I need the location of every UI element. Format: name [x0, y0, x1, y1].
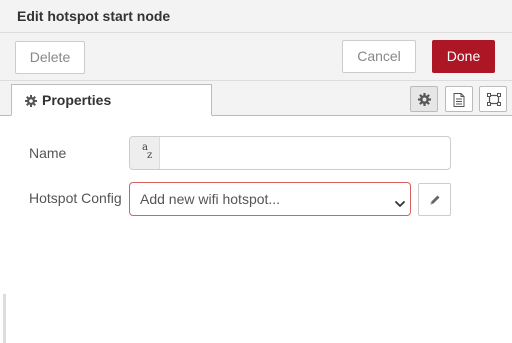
hotspot-config-selected: Add new wifi hotspot... — [140, 191, 281, 207]
settings-tab-button[interactable] — [410, 86, 438, 112]
edit-hotspot-config-button[interactable] — [418, 183, 451, 216]
name-input[interactable] — [161, 137, 449, 169]
tab-properties-label: Properties — [42, 92, 112, 108]
text-type-icon: a z — [130, 137, 160, 169]
tab-bar: Properties — [0, 81, 512, 116]
done-button[interactable]: Done — [432, 40, 495, 73]
gear-icon — [25, 94, 37, 107]
tray-title: Edit hotspot start node — [17, 8, 171, 24]
description-tab-button[interactable] — [445, 86, 473, 112]
cancel-button[interactable]: Cancel — [342, 40, 416, 73]
chevron-down-icon — [395, 195, 405, 213]
properties-panel: Name a z Hotspot Config Add new wifi hot… — [0, 116, 512, 343]
resize-edge — [3, 294, 6, 343]
name-label: Name — [29, 145, 67, 161]
delete-button[interactable]: Delete — [15, 41, 85, 74]
hotspot-config-label: Hotspot Config — [29, 190, 122, 206]
appearance-tab-button[interactable] — [479, 86, 507, 112]
tray-header: Edit hotspot start node — [0, 0, 512, 33]
hotspot-config-select[interactable]: Add new wifi hotspot... — [129, 182, 411, 216]
edit-dialog-tray: Edit hotspot start node Delete Cancel Do… — [0, 0, 512, 343]
name-field: a z — [129, 136, 451, 170]
tray-toolbar: Delete Cancel Done — [0, 33, 512, 81]
tab-properties[interactable]: Properties — [11, 84, 212, 116]
